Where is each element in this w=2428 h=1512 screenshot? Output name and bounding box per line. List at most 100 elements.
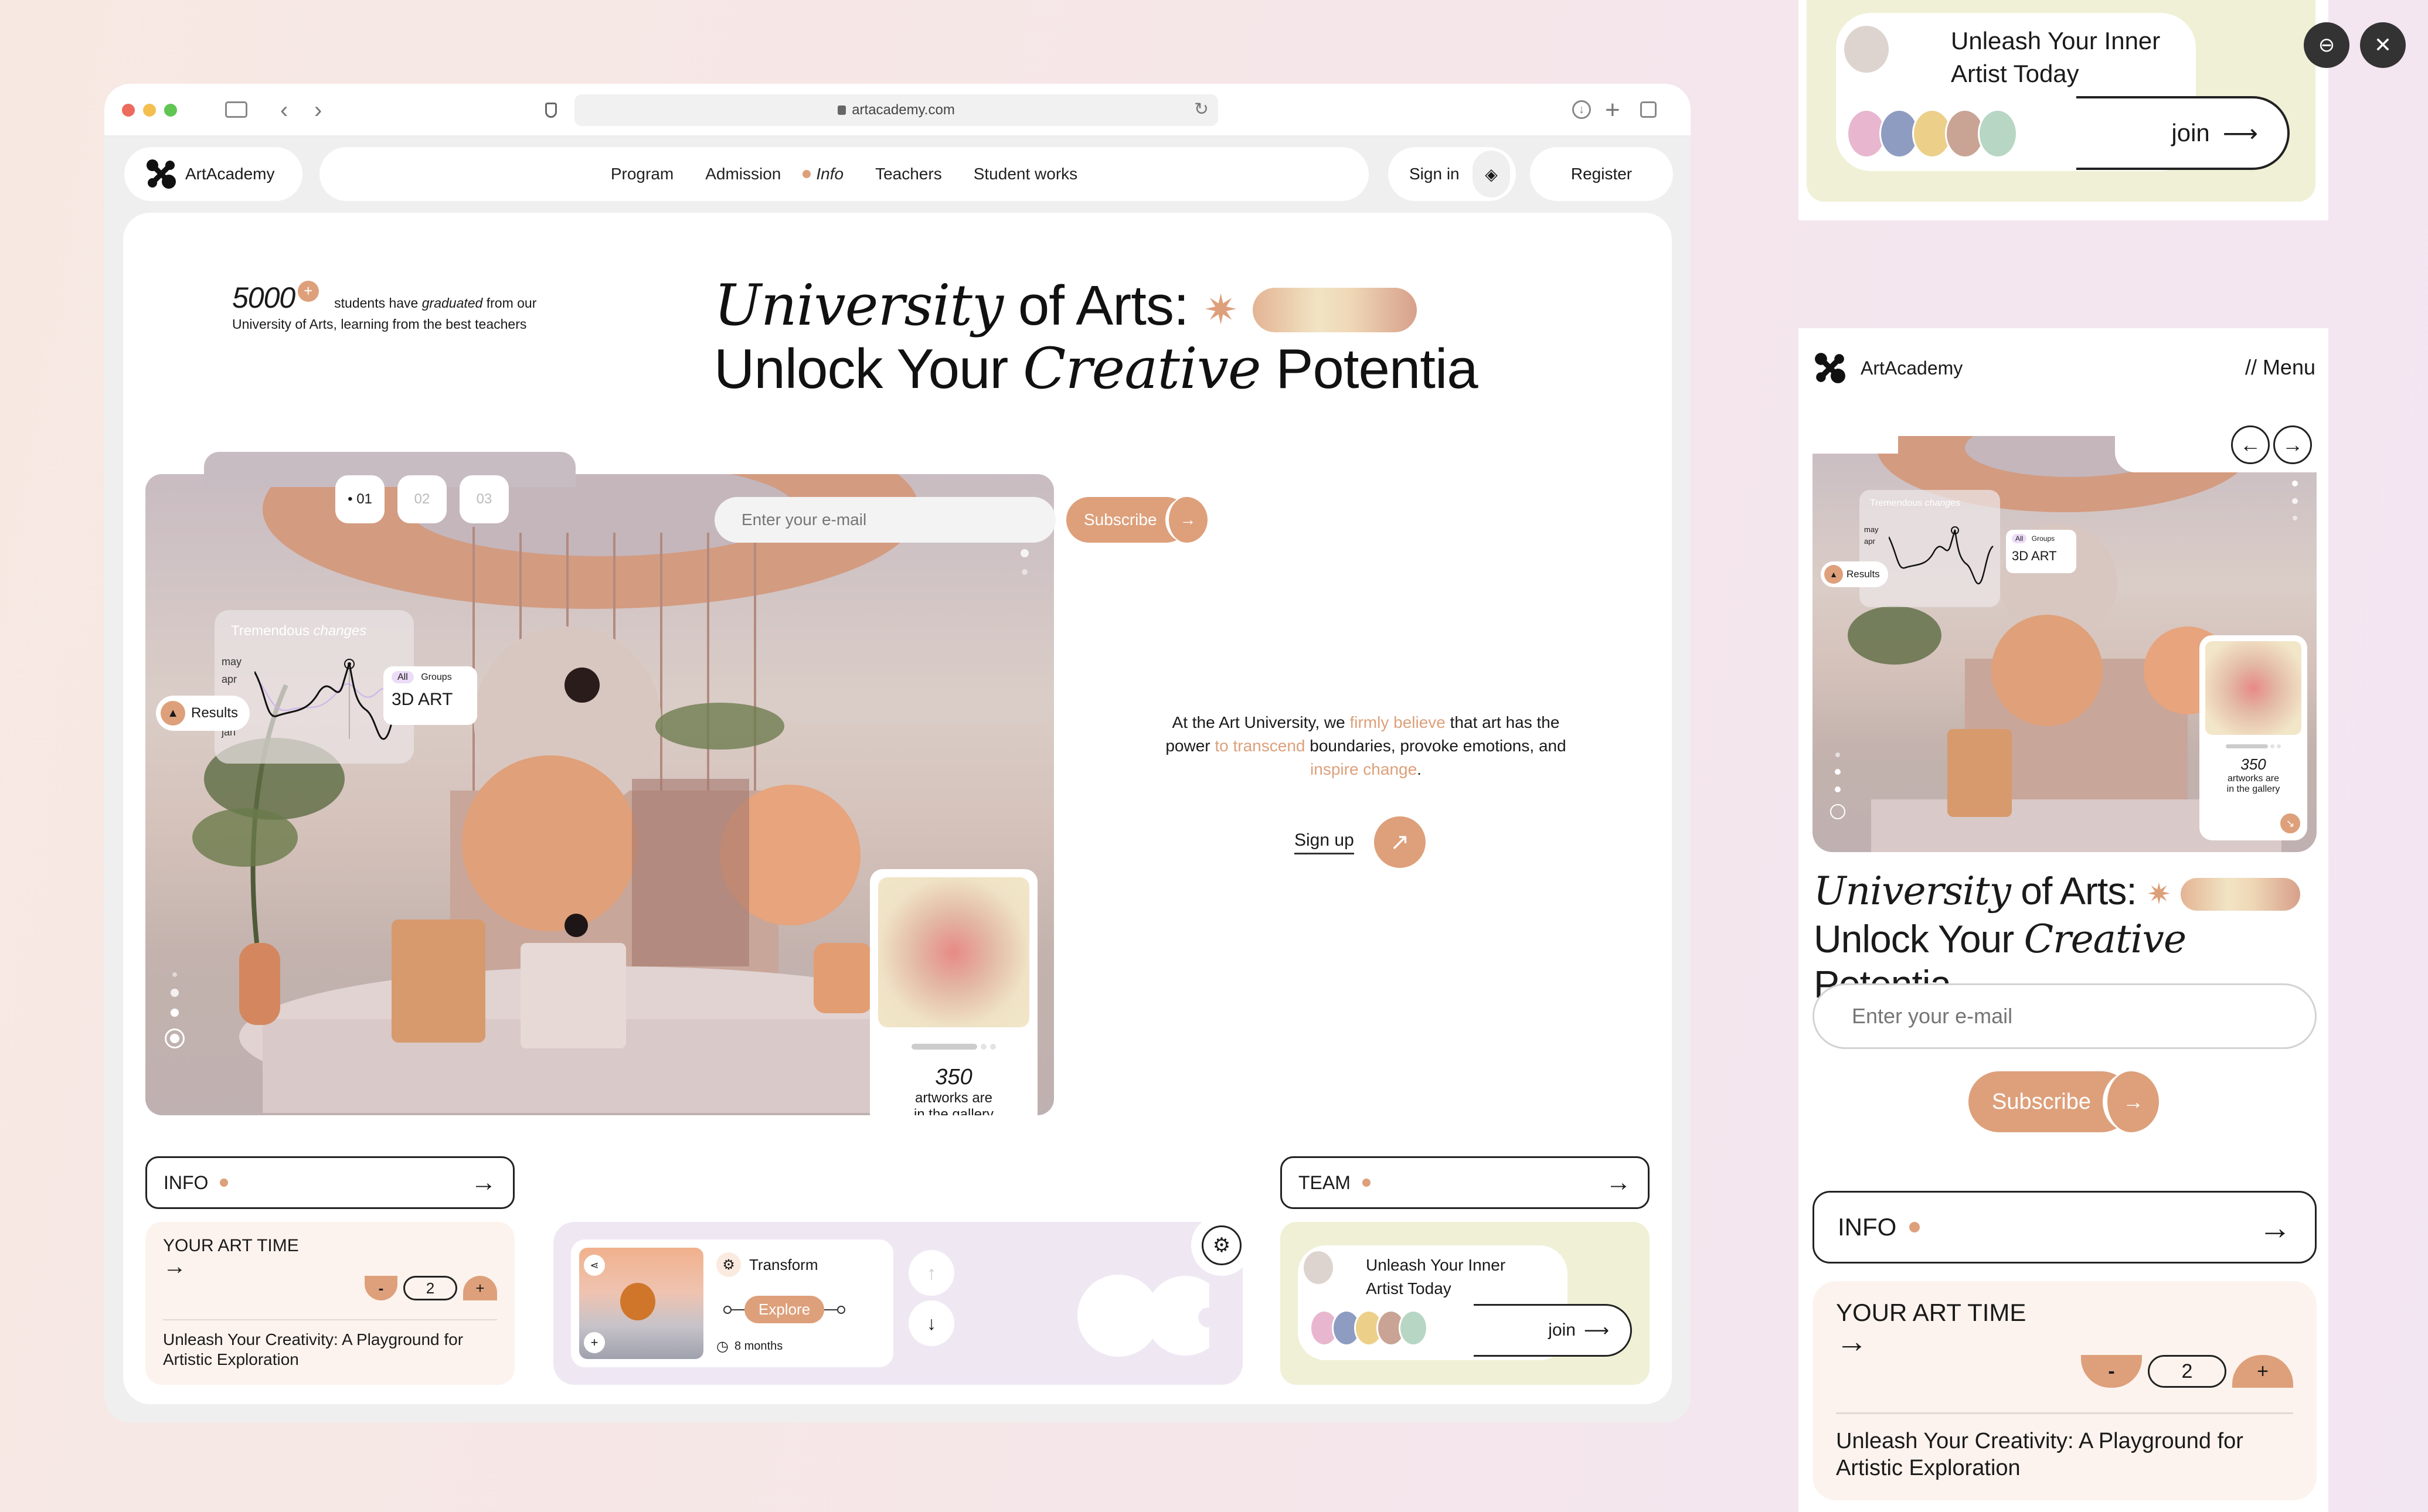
category-card[interactable]: All Groups 3D ART (2006, 530, 2076, 573)
transform-card[interactable]: ⋖ + ⚙ Transform Explore ◷ 8 months (571, 1239, 893, 1367)
nav-program[interactable]: Program (611, 165, 674, 183)
category-card[interactable]: All Groups 3D ART (383, 666, 477, 725)
register-button[interactable]: Register (1530, 147, 1673, 201)
slide-tab-03[interactable]: 03 (460, 475, 509, 523)
mobile-hero-image: Tremendous changes may apr jan ▲ Results… (1813, 436, 2317, 852)
filter-all-chip[interactable]: All (392, 671, 414, 683)
slide-tab-02[interactable]: 02 (397, 475, 447, 523)
subscribe-button[interactable]: Subscribe → (1066, 497, 1208, 543)
close-window-button[interactable] (122, 104, 135, 117)
title-italic-university: University (1814, 869, 2011, 914)
mission-text: boundaries, provoke emotions, and (1305, 737, 1566, 755)
mobile-brand[interactable]: ArtAcademy (1814, 352, 1963, 384)
gallery-card[interactable]: 350 artworks are in the gallery ↘ (2199, 635, 2307, 840)
results-chip[interactable]: ▲ Results (1821, 561, 1888, 587)
tabs-icon[interactable] (1640, 101, 1657, 118)
browser-window: ‹ › artacademy.com ↻ ↓ + ArtAcademy Prog… (104, 84, 1691, 1422)
close-icon[interactable]: ✕ (2360, 22, 2406, 68)
info-bar[interactable]: INFO → (145, 1156, 515, 1209)
quantity-value[interactable]: 2 (403, 1276, 457, 1300)
diamond-icon: ◈ (1473, 151, 1510, 197)
subscribe-button[interactable]: Subscribe → (1968, 1071, 2159, 1132)
arrow-right-icon: → (2259, 1208, 2291, 1246)
menu-button[interactable]: // Menu (2245, 355, 2315, 380)
y-label-may: may (1864, 525, 1879, 534)
next-arrow-button[interactable]: → (2273, 425, 2312, 464)
explore-button[interactable]: Explore (744, 1296, 825, 1323)
nav-info[interactable]: Info (816, 165, 844, 183)
scroll-up-button[interactable]: ↑ (909, 1250, 954, 1296)
shield-icon[interactable] (545, 103, 557, 118)
author-avatar (1304, 1251, 1333, 1284)
join-button[interactable]: join ⟶ (2076, 96, 2290, 170)
star-icon: ✷ (1203, 287, 1238, 333)
duration-label: 8 months (734, 1340, 783, 1353)
reload-icon[interactable]: ↻ (1194, 99, 1209, 120)
increment-button[interactable]: + (463, 1276, 497, 1300)
forward-icon[interactable]: › (314, 97, 322, 124)
download-icon[interactable]: ↓ (1572, 100, 1591, 119)
share-icon[interactable]: ⋖ (584, 1255, 605, 1276)
divider (1836, 1412, 2293, 1414)
sidebar-icon[interactable] (225, 101, 247, 118)
gallery-count: 350 (935, 1065, 972, 1089)
settings-gear-button[interactable]: ⚙ (1202, 1225, 1242, 1265)
gallery-pager[interactable] (2205, 744, 2301, 748)
art-time-arrow-icon[interactable]: → (163, 1255, 497, 1278)
nav-student-works[interactable]: Student works (974, 165, 1077, 183)
mission-text: . (1417, 760, 1422, 778)
slide-tab-01[interactable]: • 01 (335, 475, 385, 523)
join-label: join (1548, 1320, 1576, 1340)
art-time-arrow-icon[interactable]: → (1836, 1326, 2293, 1357)
filter-groups-chip[interactable]: Groups (421, 672, 451, 682)
trend-chart-widget: Tremendous changes may apr jan (1859, 490, 2000, 607)
nav-teachers[interactable]: Teachers (875, 165, 942, 183)
gallery-pager[interactable] (878, 1044, 1029, 1050)
address-bar[interactable]: artacademy.com ↻ (574, 94, 1218, 126)
brand-name: ArtAcademy (185, 165, 275, 183)
nav-admission[interactable]: Admission (705, 165, 781, 183)
zoom-out-icon[interactable]: ⊖ (2304, 22, 2349, 68)
prev-arrow-button[interactable]: ← (2231, 425, 2270, 464)
sign-in-label: Sign in (1409, 165, 1460, 183)
add-icon[interactable]: + (584, 1332, 605, 1353)
email-input[interactable] (715, 497, 1056, 543)
results-label: Results (191, 705, 239, 721)
duration: ◷ 8 months (716, 1338, 783, 1355)
gallery-caption-1: artworks are (914, 1090, 993, 1106)
info-bar[interactable]: INFO → (1813, 1191, 2317, 1264)
arrow-right-icon: → (471, 1168, 497, 1197)
sign-up-link[interactable]: Sign up (1294, 830, 1354, 854)
filter-all-chip[interactable]: All (2012, 534, 2027, 543)
sign-in-button[interactable]: Sign in ◈ (1388, 147, 1516, 201)
increment-button[interactable]: + (2232, 1355, 2293, 1388)
arrow-up-right-icon[interactable]: ↗ (1373, 816, 1426, 868)
email-input[interactable] (1813, 983, 2317, 1049)
info-label: INFO (164, 1172, 209, 1193)
quantity-value[interactable]: 2 (2148, 1355, 2226, 1388)
vertical-pager-left[interactable] (1829, 741, 1846, 831)
transform-panel: ⋖ + ⚙ Transform Explore ◷ 8 months ↑ ↓ ⚙ (553, 1215, 1252, 1385)
decrement-button[interactable]: - (365, 1276, 397, 1300)
decrement-button[interactable]: - (2081, 1355, 2142, 1388)
join-title: Unleash Your Inner Artist Today (1366, 1256, 1506, 1298)
y-label-apr: apr (1864, 537, 1875, 546)
author-avatar (1844, 26, 1889, 73)
sign-up-cta[interactable]: Sign up ↗ (1294, 816, 1426, 868)
team-bar[interactable]: TEAM → (1280, 1156, 1650, 1209)
maximize-window-button[interactable] (164, 104, 177, 117)
fruit-shape (620, 1283, 655, 1320)
vertical-pager-left[interactable] (163, 961, 186, 1060)
arrow-down-right-button[interactable]: ↘ (2280, 813, 2300, 833)
scroll-down-button[interactable]: ↓ (909, 1300, 954, 1346)
filter-groups-chip[interactable]: Groups (2032, 534, 2055, 543)
title-of-arts: of Arts: (1003, 274, 1189, 337)
new-tab-icon[interactable]: + (1605, 97, 1620, 124)
back-icon[interactable]: ‹ (280, 97, 288, 124)
minimize-window-button[interactable] (143, 104, 156, 117)
brand-pill[interactable]: ArtAcademy (124, 147, 302, 201)
join-button[interactable]: join ⟶ (1474, 1304, 1632, 1357)
gallery-card[interactable]: 350 artworks are in the gallery ↘ (870, 869, 1038, 1115)
results-chip[interactable]: ▲ Results (156, 696, 250, 731)
secondary-series-line (257, 680, 404, 711)
